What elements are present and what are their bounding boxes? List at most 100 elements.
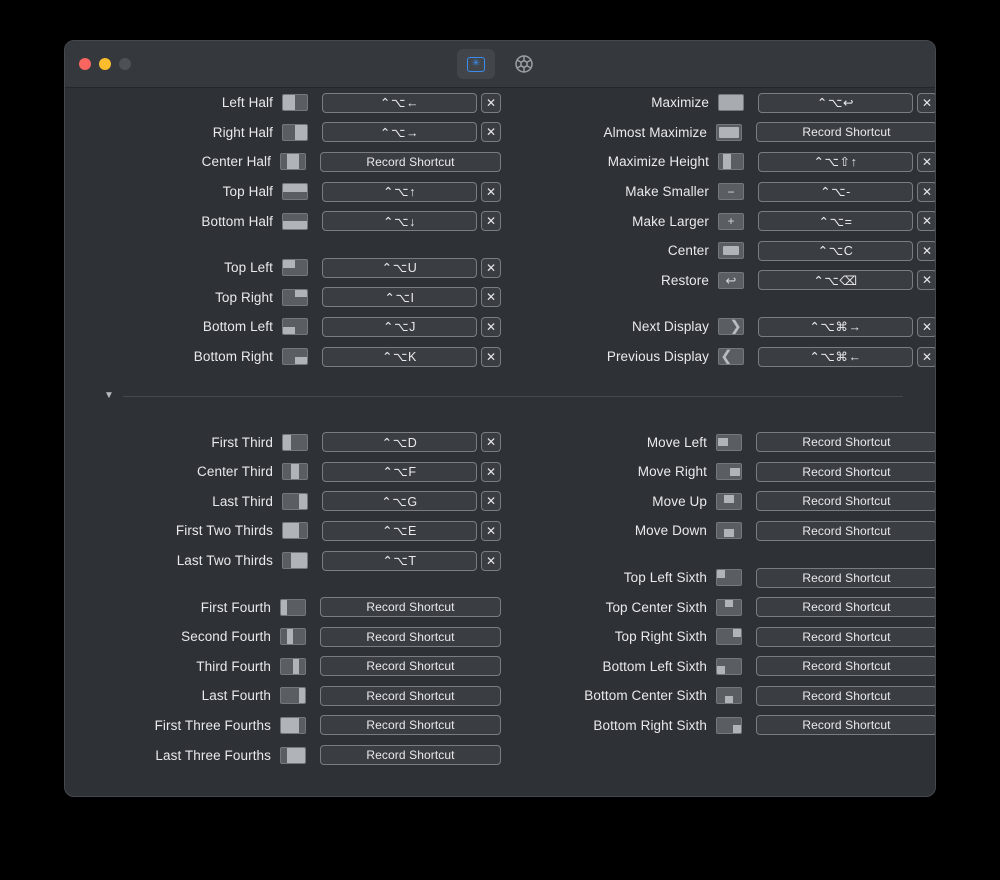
clear-shortcut-button[interactable]: ✕ — [481, 182, 501, 202]
shortcut-row: Maximize Height⌃⌥⇧↑✕ — [501, 147, 936, 177]
row-label: Third Fourth — [99, 659, 271, 674]
clear-shortcut-button[interactable]: ✕ — [481, 317, 501, 337]
record-shortcut-button[interactable]: Record Shortcut — [320, 686, 501, 706]
third-center-icon — [282, 463, 308, 480]
shortcut-field[interactable]: ⌃⌥C — [758, 241, 913, 261]
shortcut-control: ⌃⌥⇧↑✕ — [758, 152, 936, 172]
tab-layouts[interactable] — [457, 49, 495, 79]
shortcut-row: Last Three FourthsRecord Shortcut — [65, 740, 501, 770]
shortcut-row: Almost MaximizeRecord Shortcut — [501, 118, 936, 148]
row-label: Top Left Sixth — [535, 570, 707, 585]
record-shortcut-button[interactable]: Record Shortcut — [756, 627, 936, 647]
quarter-bl-icon — [282, 318, 308, 335]
clear-shortcut-button[interactable]: ✕ — [917, 270, 936, 290]
shortcut-field[interactable]: ⌃⌥J — [322, 317, 477, 337]
shortcut-field[interactable]: ⌃⌥I — [322, 287, 477, 307]
record-shortcut-button[interactable]: Record Shortcut — [320, 597, 501, 617]
clear-shortcut-button[interactable]: ✕ — [917, 152, 936, 172]
clear-shortcut-button[interactable]: ✕ — [481, 287, 501, 307]
clear-shortcut-button[interactable]: ✕ — [481, 211, 501, 231]
clear-shortcut-button[interactable]: ✕ — [481, 521, 501, 541]
clear-shortcut-button[interactable]: ✕ — [481, 551, 501, 571]
shortcut-row: Last Two Thirds⌃⌥T✕ — [65, 546, 501, 576]
record-shortcut-button[interactable]: Record Shortcut — [756, 597, 936, 617]
row-label: First Third — [101, 435, 273, 450]
shortcut-field[interactable]: ⌃⌥→ — [322, 122, 477, 142]
clear-shortcut-button[interactable]: ✕ — [481, 258, 501, 278]
shortcut-row: Make Smaller−⌃⌥-✕ — [501, 177, 936, 207]
tab-settings[interactable] — [505, 49, 543, 79]
shortcut-control: Record Shortcut — [320, 745, 501, 765]
clear-shortcut-button[interactable]: ✕ — [481, 347, 501, 367]
shortcut-field[interactable]: ⌃⌥⌘← — [758, 347, 913, 367]
clear-shortcut-button[interactable]: ✕ — [917, 211, 936, 231]
clear-shortcut-button[interactable]: ✕ — [481, 432, 501, 452]
two-thirds-last-icon — [282, 552, 308, 569]
record-shortcut-button[interactable]: Record Shortcut — [756, 521, 936, 541]
row-label: Left Half — [101, 95, 273, 110]
row-label: Previous Display — [537, 349, 709, 364]
record-shortcut-button[interactable]: Record Shortcut — [756, 491, 936, 511]
shortcut-field[interactable]: ⌃⌥K — [322, 347, 477, 367]
shortcut-field[interactable]: ⌃⌥D — [322, 432, 477, 452]
record-shortcut-button[interactable]: Record Shortcut — [320, 745, 501, 765]
shortcut-field[interactable]: ⌃⌥↑ — [322, 182, 477, 202]
shortcut-field[interactable]: ⌃⌥← — [322, 93, 477, 113]
shortcut-field[interactable]: ⌃⌥U — [322, 258, 477, 278]
record-shortcut-button[interactable]: Record Shortcut — [756, 432, 936, 452]
record-shortcut-button[interactable]: Record Shortcut — [756, 715, 936, 735]
left-lower-sections: First Third⌃⌥D✕Center Third⌃⌥F✕Last Thir… — [65, 427, 501, 770]
clear-shortcut-button[interactable]: ✕ — [481, 491, 501, 511]
shortcut-row: First Third ⌃⌥D✕ — [65, 427, 501, 457]
record-shortcut-button[interactable]: Record Shortcut — [320, 152, 501, 172]
fourth-2-icon — [280, 628, 306, 645]
shortcut-control: ⌃⌥=✕ — [758, 211, 936, 231]
shortcut-field[interactable]: ⌃⌥E — [322, 521, 477, 541]
record-shortcut-button[interactable]: Record Shortcut — [756, 462, 936, 482]
clear-shortcut-button[interactable]: ✕ — [917, 241, 936, 261]
shortcut-field[interactable]: ⌃⌥⌫ — [758, 270, 913, 290]
shortcut-field[interactable]: ⌃⌥- — [758, 182, 913, 202]
clear-shortcut-button[interactable]: ✕ — [917, 317, 936, 337]
disclosure-triangle-icon[interactable]: ▼ — [101, 391, 117, 401]
toolbar — [65, 41, 935, 87]
row-label: Bottom Right — [101, 349, 273, 364]
clear-shortcut-button[interactable]: ✕ — [481, 93, 501, 113]
shortcut-field[interactable]: ⌃⌥T — [322, 551, 477, 571]
half-left-icon — [282, 94, 308, 111]
shortcut-control: Record Shortcut — [756, 597, 936, 617]
row-label: Top Left — [101, 260, 273, 275]
shortcut-control: Record Shortcut — [756, 686, 936, 706]
record-shortcut-button[interactable]: Record Shortcut — [320, 627, 501, 647]
shortcut-row: Previous Display❮⌃⌥⌘←✕ — [501, 342, 936, 372]
clear-shortcut-button[interactable]: ✕ — [917, 93, 936, 113]
shortcut-field[interactable]: ⌃⌥= — [758, 211, 913, 231]
clear-shortcut-button[interactable]: ✕ — [481, 122, 501, 142]
row-label: First Three Fourths — [99, 718, 271, 733]
record-shortcut-button[interactable]: Record Shortcut — [320, 656, 501, 676]
shortcut-control: Record Shortcut — [756, 715, 936, 735]
shortcut-field[interactable]: ⌃⌥⌘→ — [758, 317, 913, 337]
shortcut-field[interactable]: ⌃⌥↩ — [758, 93, 913, 113]
record-shortcut-button[interactable]: Record Shortcut — [756, 568, 936, 588]
clear-shortcut-button[interactable]: ✕ — [481, 462, 501, 482]
record-shortcut-button[interactable]: Record Shortcut — [756, 656, 936, 676]
move-down-icon — [716, 522, 742, 539]
row-label: Make Larger — [537, 214, 709, 229]
shortcut-field[interactable]: ⌃⌥G — [322, 491, 477, 511]
record-shortcut-button[interactable]: Record Shortcut — [320, 715, 501, 735]
shortcut-row: Make Larger+⌃⌥=✕ — [501, 206, 936, 236]
clear-shortcut-button[interactable]: ✕ — [917, 182, 936, 202]
shortcut-row: Bottom Center SixthRecord Shortcut — [501, 681, 936, 711]
right-column: Maximize⌃⌥↩✕Almost MaximizeRecord Shortc… — [501, 88, 936, 740]
shortcut-control: ⌃⌥C✕ — [758, 241, 936, 261]
shortcut-control: ⌃⌥↑✕ — [322, 182, 501, 202]
clear-shortcut-button[interactable]: ✕ — [917, 347, 936, 367]
shortcut-field[interactable]: ⌃⌥↓ — [322, 211, 477, 231]
record-shortcut-button[interactable]: Record Shortcut — [756, 122, 936, 142]
shortcut-control: Record Shortcut — [320, 715, 501, 735]
shortcut-field[interactable]: ⌃⌥⇧↑ — [758, 152, 913, 172]
shortcut-field[interactable]: ⌃⌥F — [322, 462, 477, 482]
record-shortcut-button[interactable]: Record Shortcut — [756, 686, 936, 706]
shortcut-row: Move LeftRecord Shortcut — [501, 427, 936, 457]
